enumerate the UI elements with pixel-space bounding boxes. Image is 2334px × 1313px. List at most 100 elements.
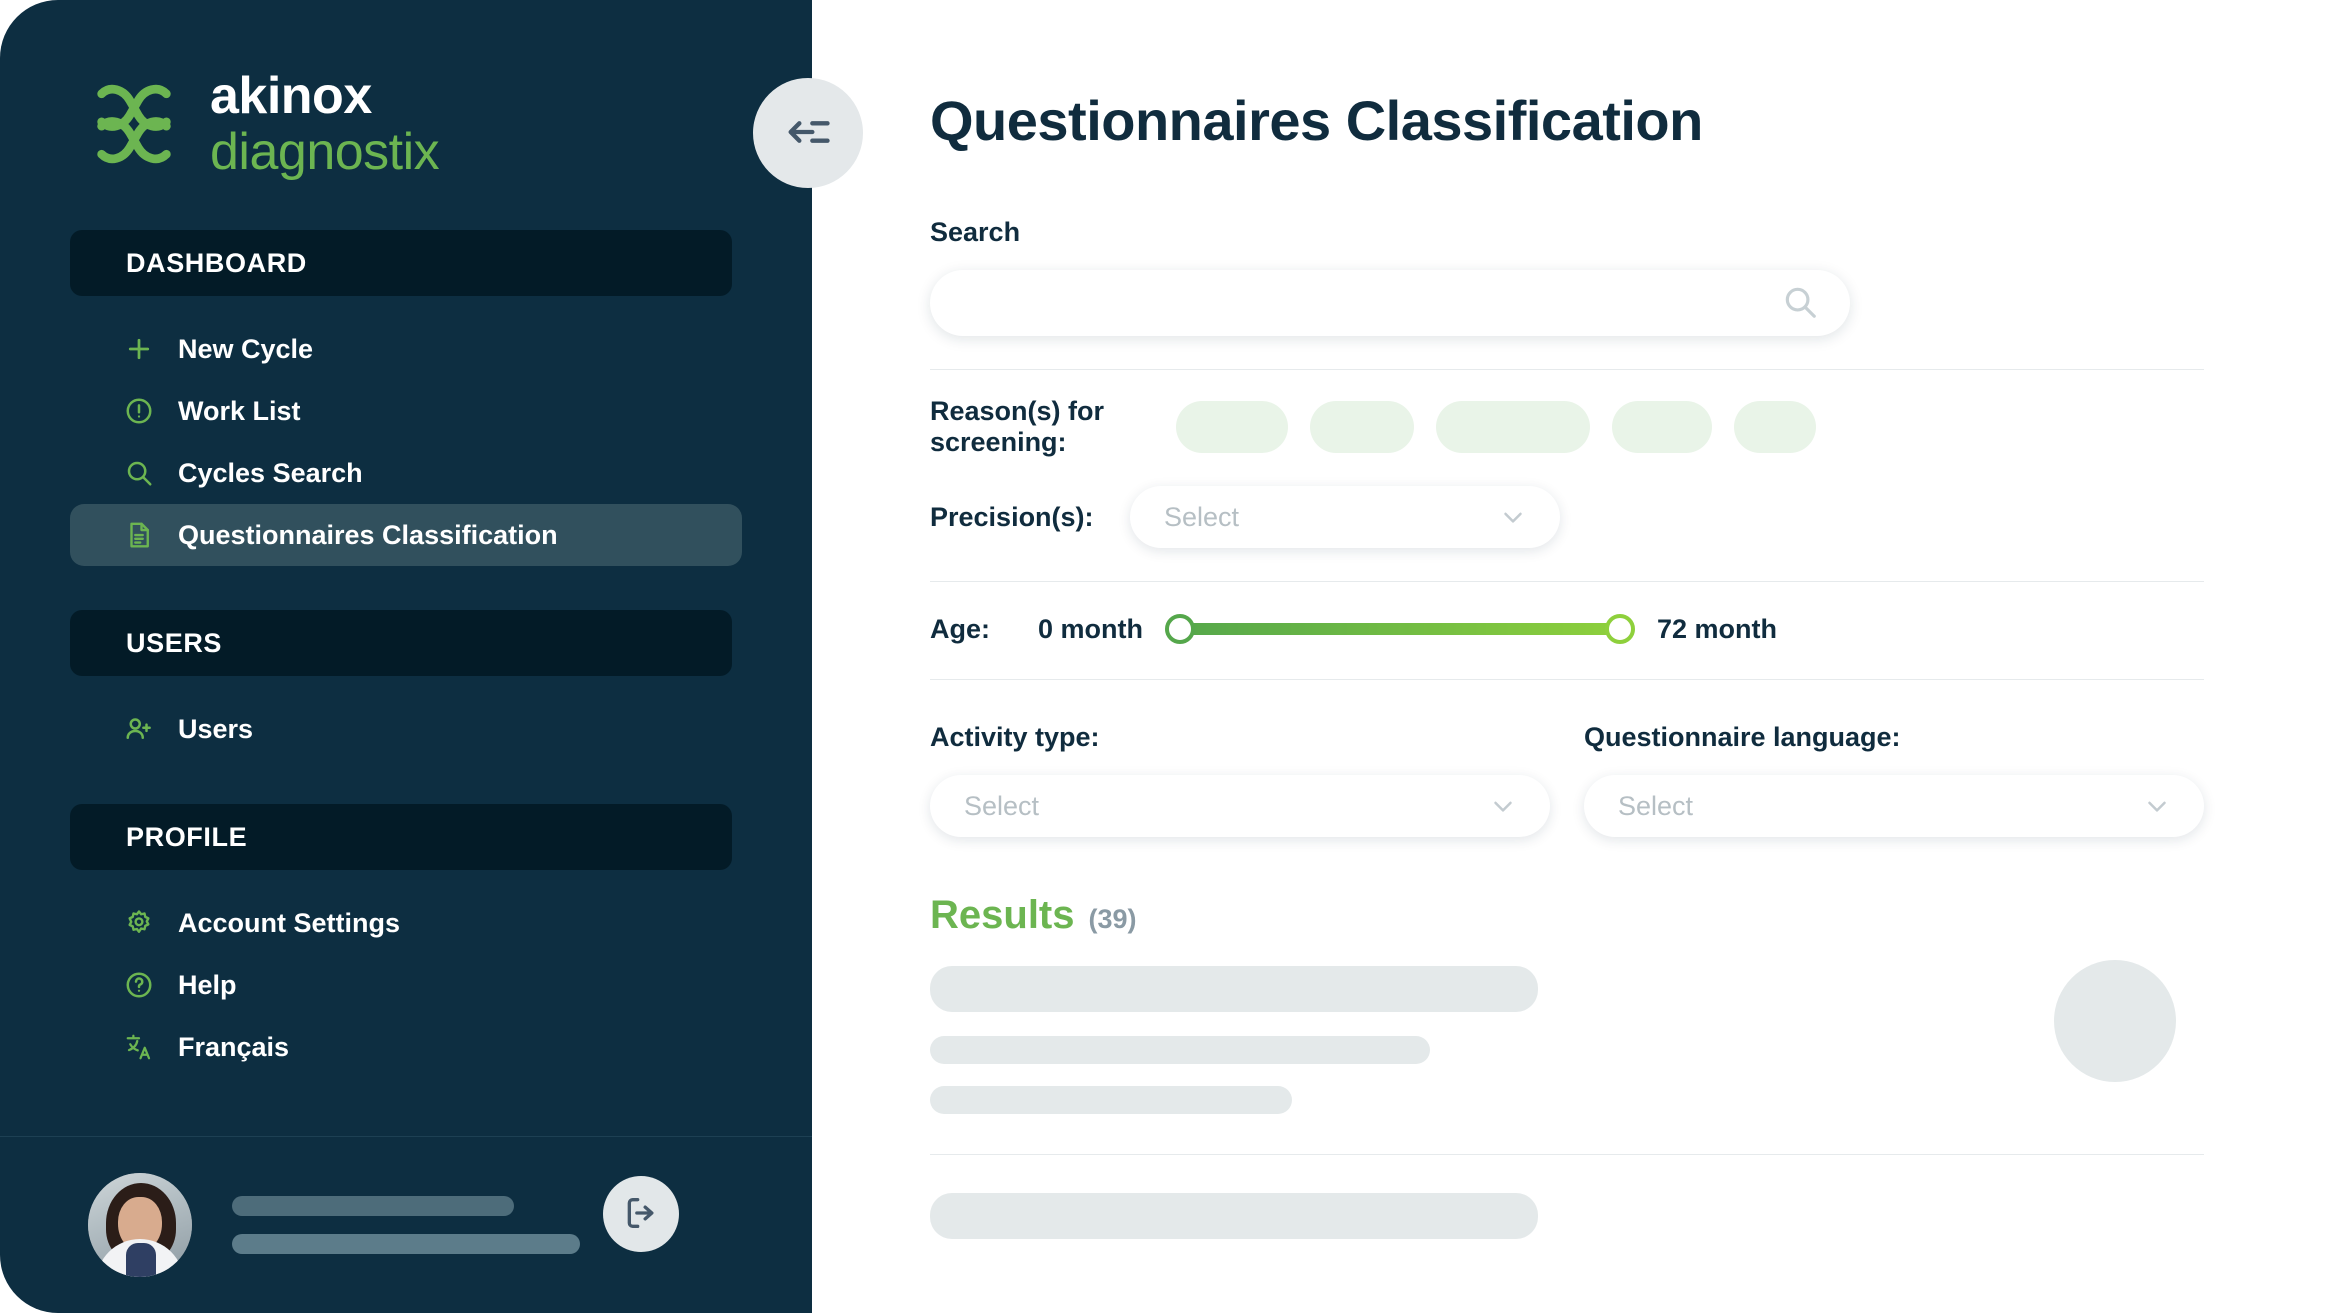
questionnaire-language-field: Questionnaire language: Select xyxy=(1584,722,2204,837)
sidebar-item-users[interactable]: Users xyxy=(70,698,742,760)
divider-after-age xyxy=(930,679,2204,680)
precision-row: Precision(s): Select xyxy=(930,486,2204,548)
result-line-skeleton xyxy=(930,1086,1292,1114)
main-content: Questionnaires Classification Search Rea… xyxy=(812,0,2334,1313)
avatar[interactable] xyxy=(88,1173,192,1277)
collapse-sidebar-button[interactable] xyxy=(753,78,863,188)
sidebar-item-help[interactable]: Help xyxy=(70,954,742,1016)
reason-chip-skeleton[interactable] xyxy=(1612,401,1712,453)
sidebar-item-questionnaires-classification[interactable]: Questionnaires Classification xyxy=(70,504,742,566)
chevron-down-icon xyxy=(1498,502,1528,532)
age-slider-thumb-max[interactable] xyxy=(1605,614,1635,644)
brand-logo[interactable]: akinox diagnostix xyxy=(80,54,812,194)
gear-icon xyxy=(122,906,156,940)
chevron-down-icon xyxy=(2142,791,2172,821)
sidebar-item-work-list[interactable]: Work List xyxy=(70,380,742,442)
brand-name-primary: akinox xyxy=(210,67,372,125)
nav-section-profile: PROFILE xyxy=(70,804,732,870)
reason-chip-skeleton[interactable] xyxy=(1436,401,1590,453)
translate-icon xyxy=(122,1030,156,1064)
precision-label: Precision(s): xyxy=(930,501,1094,532)
results-list xyxy=(930,960,2204,1239)
nav-section-label: DASHBOARD xyxy=(126,247,307,278)
nav-section-label: PROFILE xyxy=(126,821,248,852)
reason-chip-skeleton[interactable] xyxy=(1176,401,1288,453)
activity-type-field: Activity type: Select xyxy=(930,722,1550,837)
collapse-sidebar-icon xyxy=(782,106,834,161)
result-item[interactable] xyxy=(930,960,2204,1114)
nav-section-label: USERS xyxy=(126,627,223,658)
reason-chip-skeleton[interactable] xyxy=(1310,401,1414,453)
sidebar-item-label: Questionnaires Classification xyxy=(178,519,558,550)
reason-for-screening-label: Reason(s) for screening: xyxy=(930,396,1105,457)
results-divider xyxy=(930,1154,2204,1155)
result-title-skeleton xyxy=(930,1193,1538,1239)
brand-name-secondary: diagnostix xyxy=(210,123,440,181)
results-title: Results xyxy=(930,893,1075,937)
search-submit-button[interactable] xyxy=(1780,283,1820,323)
alert-circle-icon xyxy=(122,394,156,428)
app-root: akinox diagnostix DASHBOARD New Cycle Wo… xyxy=(0,0,2334,1313)
precision-select-value: Select xyxy=(1164,501,1240,532)
chevron-down-icon xyxy=(1488,791,1518,821)
result-thumbnail-skeleton xyxy=(2054,960,2176,1082)
nav-section-users: USERS xyxy=(70,610,732,676)
reason-for-screening-row: Reason(s) for screening: xyxy=(930,396,2204,458)
sidebar-item-label: Work List xyxy=(178,395,301,426)
user-plus-icon xyxy=(122,712,156,746)
sidebar-item-label: Account Settings xyxy=(178,907,401,938)
reason-chips-group xyxy=(1176,401,1816,453)
age-range-slider[interactable] xyxy=(1165,612,1635,646)
sidebar-item-label: Français xyxy=(178,1031,290,1062)
plus-icon xyxy=(122,332,156,366)
logout-icon xyxy=(621,1193,661,1236)
user-info-placeholder xyxy=(232,1196,580,1254)
avatar-photo-shirt xyxy=(126,1243,156,1277)
questionnaire-language-select[interactable]: Select xyxy=(1584,775,2204,837)
result-line-skeleton xyxy=(930,1036,1430,1064)
age-label: Age: xyxy=(930,613,990,644)
sidebar-item-new-cycle[interactable]: New Cycle xyxy=(70,318,742,380)
sidebar-item-label: New Cycle xyxy=(178,333,314,364)
activity-type-select-value: Select xyxy=(964,790,1040,821)
results-count: (39) xyxy=(1088,904,1137,934)
result-item[interactable] xyxy=(930,1193,2204,1239)
divider-after-search xyxy=(930,369,2204,370)
search-box[interactable] xyxy=(930,270,1850,336)
search-label: Search xyxy=(930,217,1021,247)
sidebar-item-label: Cycles Search xyxy=(178,457,363,488)
sidebar-nav: DASHBOARD New Cycle Work List Cycles Sea… xyxy=(0,230,812,1136)
result-title-skeleton xyxy=(930,966,1538,1012)
age-min-label: 0 month xyxy=(1038,613,1143,644)
activity-type-label: Activity type: xyxy=(930,722,1100,752)
questionnaire-language-label: Questionnaire language: xyxy=(1584,722,1901,752)
sidebar-item-label: Users xyxy=(178,713,254,744)
reason-chip-skeleton[interactable] xyxy=(1734,401,1816,453)
sidebar: akinox diagnostix DASHBOARD New Cycle Wo… xyxy=(0,0,812,1313)
activity-type-select[interactable]: Select xyxy=(930,775,1550,837)
search-input[interactable] xyxy=(960,287,1780,319)
sidebar-item-account-settings[interactable]: Account Settings xyxy=(70,892,742,954)
age-max-label: 72 month xyxy=(1657,613,1778,644)
divider-after-precision xyxy=(930,581,2204,582)
age-row: Age: 0 month 72 month xyxy=(930,612,2204,646)
age-slider-track xyxy=(1179,623,1621,635)
age-slider-thumb-min[interactable] xyxy=(1165,614,1195,644)
document-list-icon xyxy=(122,518,156,552)
sidebar-user-footer xyxy=(0,1137,812,1313)
logout-button[interactable] xyxy=(603,1176,679,1252)
questionnaire-language-select-value: Select xyxy=(1618,790,1694,821)
sidebar-item-cycles-search[interactable]: Cycles Search xyxy=(70,442,742,504)
results-header: Results (39) xyxy=(930,893,2204,938)
user-role-skeleton xyxy=(232,1234,580,1254)
precision-select[interactable]: Select xyxy=(1130,486,1560,548)
nav-section-dashboard: DASHBOARD xyxy=(70,230,732,296)
sidebar-item-language[interactable]: Français xyxy=(70,1016,742,1078)
question-circle-icon xyxy=(122,968,156,1002)
activity-language-row: Activity type: Select Questionnaire lang… xyxy=(930,722,2204,837)
akinox-x-logo-icon xyxy=(80,70,188,178)
search-icon xyxy=(1781,283,1819,324)
page-title: Questionnaires Classification xyxy=(930,89,1703,152)
user-name-skeleton xyxy=(232,1196,514,1216)
sidebar-item-label: Help xyxy=(178,969,237,1000)
